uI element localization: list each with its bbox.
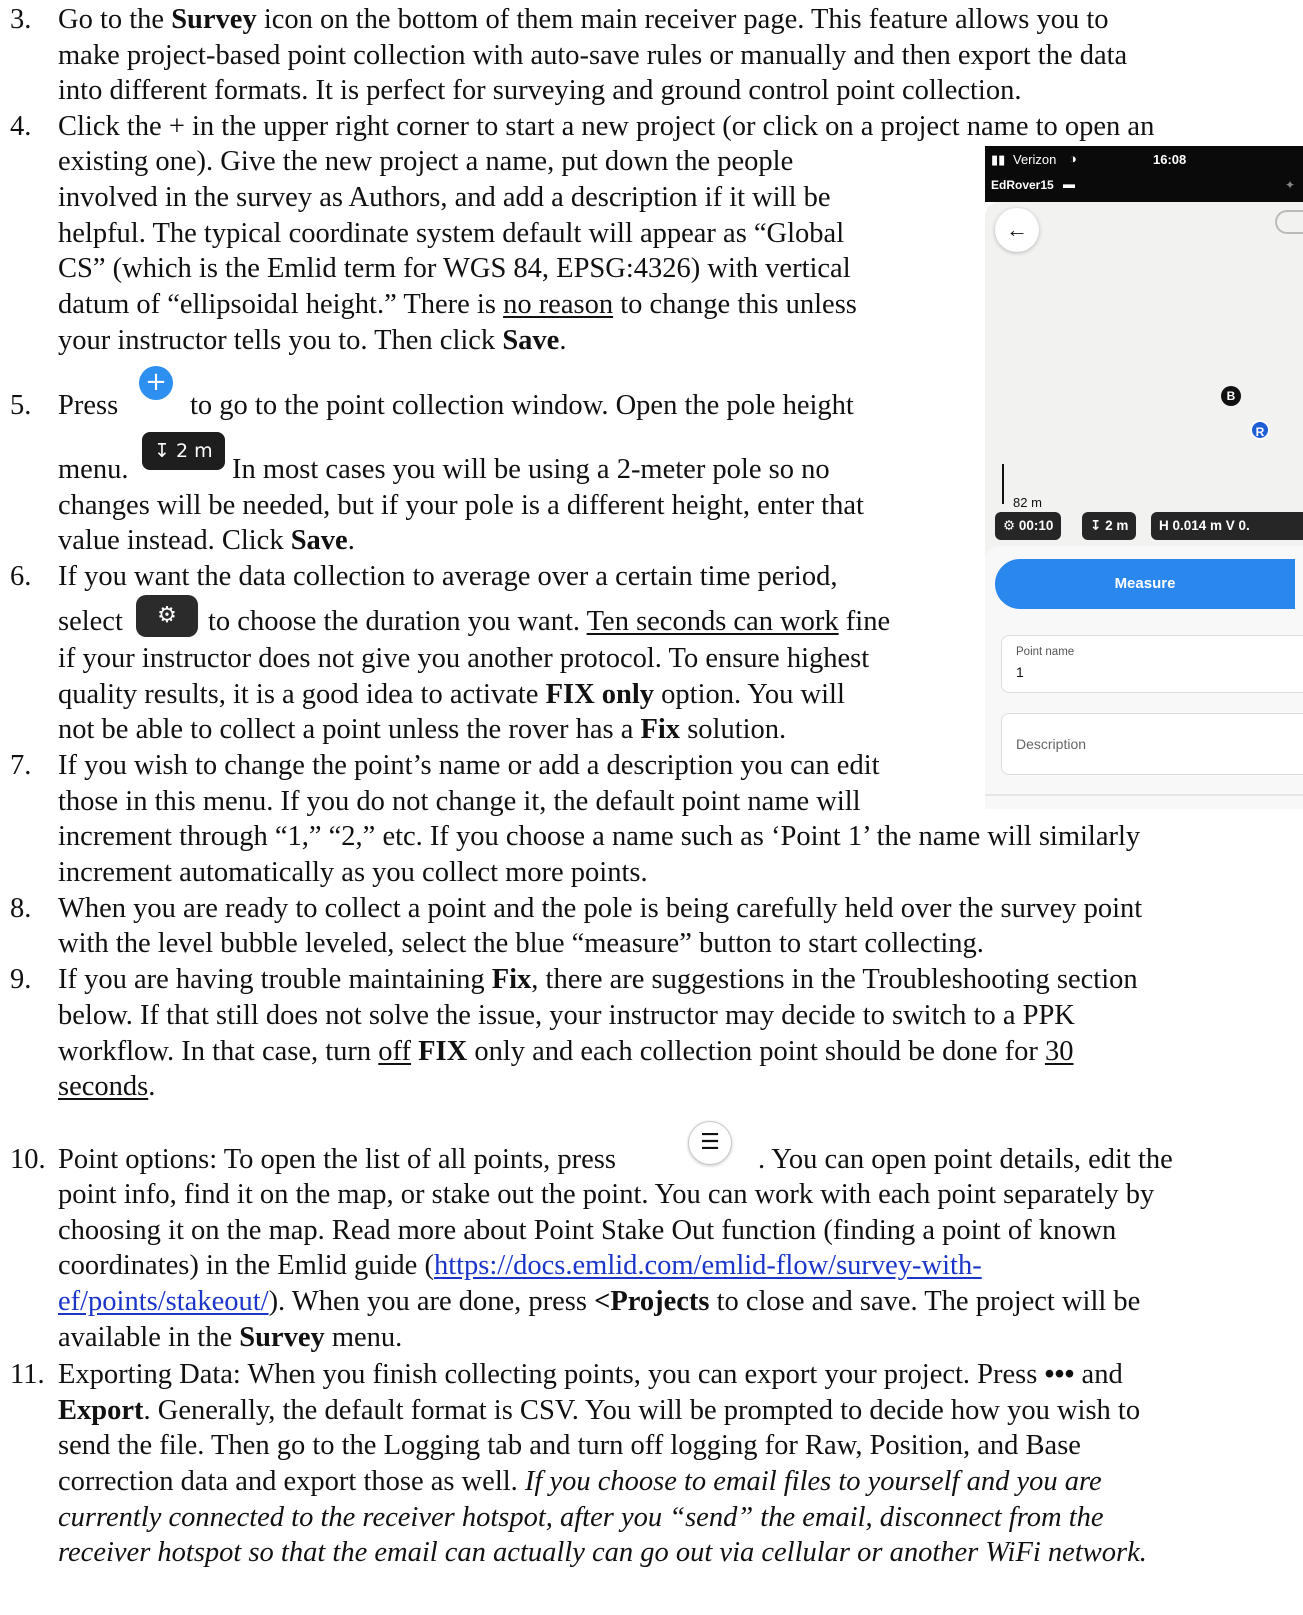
point-name-field[interactable]: Point name 1 — [1001, 635, 1303, 693]
item3-line3: into different formats. It is perfect fo… — [58, 75, 1022, 106]
item4-line3: involved in the survey as Authors, and a… — [58, 182, 831, 213]
gear-icon: ⚙ — [136, 595, 198, 637]
item-number: 5. — [10, 390, 32, 421]
clock: 16:08 — [1153, 152, 1187, 167]
item7-line2: those in this menu. If you do not change… — [58, 786, 861, 817]
plus-icon: + — [139, 366, 173, 400]
item10-line6: available in the Survey menu. — [58, 1322, 403, 1353]
device-name: EdRover15 — [991, 178, 1054, 192]
status-bar: ▮▮ Verizon ◑ 16:08 EdRover15 ▬ ✦ — [985, 146, 1303, 202]
item7-line3: increment through “1,” “2,” etc. If you … — [58, 821, 1141, 852]
rover-marker[interactable]: R — [1250, 420, 1270, 440]
phone-screenshot: ▮▮ Verizon ◑ 16:08 EdRover15 ▬ ✦ ← B R 8… — [985, 146, 1303, 809]
item11-line2: Export. Generally, the default format is… — [58, 1395, 1141, 1426]
item-number: 4. — [10, 111, 32, 142]
carrier-label: Verizon — [1013, 152, 1057, 167]
item6-line5: not be able to collect a point unless th… — [58, 714, 787, 745]
item10-line4: coordinates) in the Emlid guide (https:/… — [58, 1250, 982, 1281]
measure-button[interactable]: Measure — [995, 559, 1295, 609]
item9-line1: If you are having trouble maintaining Fi… — [58, 964, 1138, 995]
item11-line6: receiver hotspot so that the email can a… — [58, 1537, 1147, 1568]
item5-line3: changes will be needed, but if your pole… — [58, 490, 864, 521]
item7-line1: If you wish to change the point’s name o… — [58, 750, 880, 781]
item10-line2: point info, find it on the map, or stake… — [58, 1179, 1155, 1210]
item-number: 3. — [10, 4, 32, 35]
item7-line4: increment automatically as you collect m… — [58, 857, 648, 888]
base-marker[interactable]: B — [1221, 386, 1241, 406]
item6-line3: if your instructor does not give you ano… — [58, 643, 870, 674]
item6-line2a: select — [58, 606, 123, 637]
point-name-label: Point name — [1016, 646, 1075, 658]
item4-line4: helpful. The typical coordinate system d… — [58, 218, 845, 249]
item-number: 8. — [10, 893, 32, 924]
item6-line2b: to choose the duration you want. Ten sec… — [208, 606, 891, 637]
item11-line5: currently connected to the receiver hots… — [58, 1502, 1104, 1533]
list-icon: ☰ — [688, 1121, 732, 1165]
item4-line2: existing one). Give the new project a na… — [58, 146, 794, 177]
item4-line7: your instructor tells you to. Then click… — [58, 325, 567, 356]
item10-line1b: . You can open point details, edit the — [758, 1144, 1173, 1175]
item6-line4: quality results, it is a good idea to ac… — [58, 679, 845, 710]
item4-line1: Click the + in the upper right corner to… — [58, 111, 1155, 142]
item10-line1a: Point options: To open the list of all p… — [58, 1144, 616, 1175]
timer-chip[interactable]: ⚙ 00:10 — [995, 512, 1062, 540]
item9-line2: below. If that still does not solve the … — [58, 1000, 1075, 1031]
item9-line3: workflow. In that case, turn off FIX onl… — [58, 1036, 1074, 1067]
scale-bar — [1002, 464, 1004, 504]
item10-line5: ef/points/stakeout/). When you are done,… — [58, 1286, 1141, 1317]
stakeout-link[interactable]: https://docs.emlid.com/emlid-flow/survey… — [434, 1250, 982, 1281]
divider — [985, 794, 1303, 796]
description-placeholder: Description — [1016, 736, 1087, 752]
item-number: 6. — [10, 561, 32, 592]
point-name-value: 1 — [1016, 664, 1024, 680]
item-number: 9. — [10, 964, 32, 995]
scale-label: 82 m — [1013, 495, 1042, 510]
item3-line1: Go to the Survey icon on the bottom of t… — [58, 4, 1109, 35]
item11-line3: send the file. Then go to the Logging ta… — [58, 1430, 1081, 1461]
item6-line1: If you want the data collection to avera… — [58, 561, 838, 592]
item5-line4: value instead. Click Save. — [58, 525, 355, 556]
wifi-icon: ◑ — [1069, 151, 1077, 166]
signal-icon: ▮▮ — [991, 152, 1006, 167]
item11-line1: Exporting Data: When you finish collecti… — [58, 1359, 1123, 1390]
item-number: 11. — [10, 1359, 45, 1390]
item-number: 7. — [10, 750, 32, 781]
back-arrow-icon[interactable]: ← — [995, 208, 1039, 252]
battery-icon: ▬ — [1063, 177, 1075, 191]
item5-line2b: In most cases you will be using a 2-mete… — [232, 454, 830, 485]
description-field[interactable]: Description — [1001, 713, 1303, 775]
item5-line1b: to go to the point collection window. Op… — [190, 390, 854, 421]
stakeout-link-cont[interactable]: ef/points/stakeout/ — [58, 1286, 269, 1317]
item10-line3: choosing it on the map. Read more about … — [58, 1215, 1117, 1246]
pole-chip[interactable]: ↧ 2 m — [1082, 512, 1137, 540]
item-number: 10. — [10, 1144, 46, 1175]
item8-line2: with the level bubble leveled, select th… — [58, 928, 984, 959]
pole-height-icon: ↧ 2 m — [142, 432, 225, 470]
satellite-icon: ✦ — [1285, 178, 1296, 192]
item3-line2: make project-based point collection with… — [58, 40, 1128, 71]
accuracy-chip: H 0.014 m V 0. — [1151, 512, 1303, 540]
item5-line1a: Press — [58, 390, 119, 421]
item5-line2a: menu. — [58, 454, 129, 485]
item4-line5: CS” (which is the Emlid term for WGS 84,… — [58, 253, 851, 284]
item4-line6: datum of “ellipsoidal height.” There is … — [58, 289, 857, 320]
item9-line4: seconds. — [58, 1071, 156, 1102]
item8-line1: When you are ready to collect a point an… — [58, 893, 1143, 924]
layers-icon[interactable] — [1275, 210, 1303, 234]
item11-line4: correction data and export those as well… — [58, 1466, 1102, 1497]
